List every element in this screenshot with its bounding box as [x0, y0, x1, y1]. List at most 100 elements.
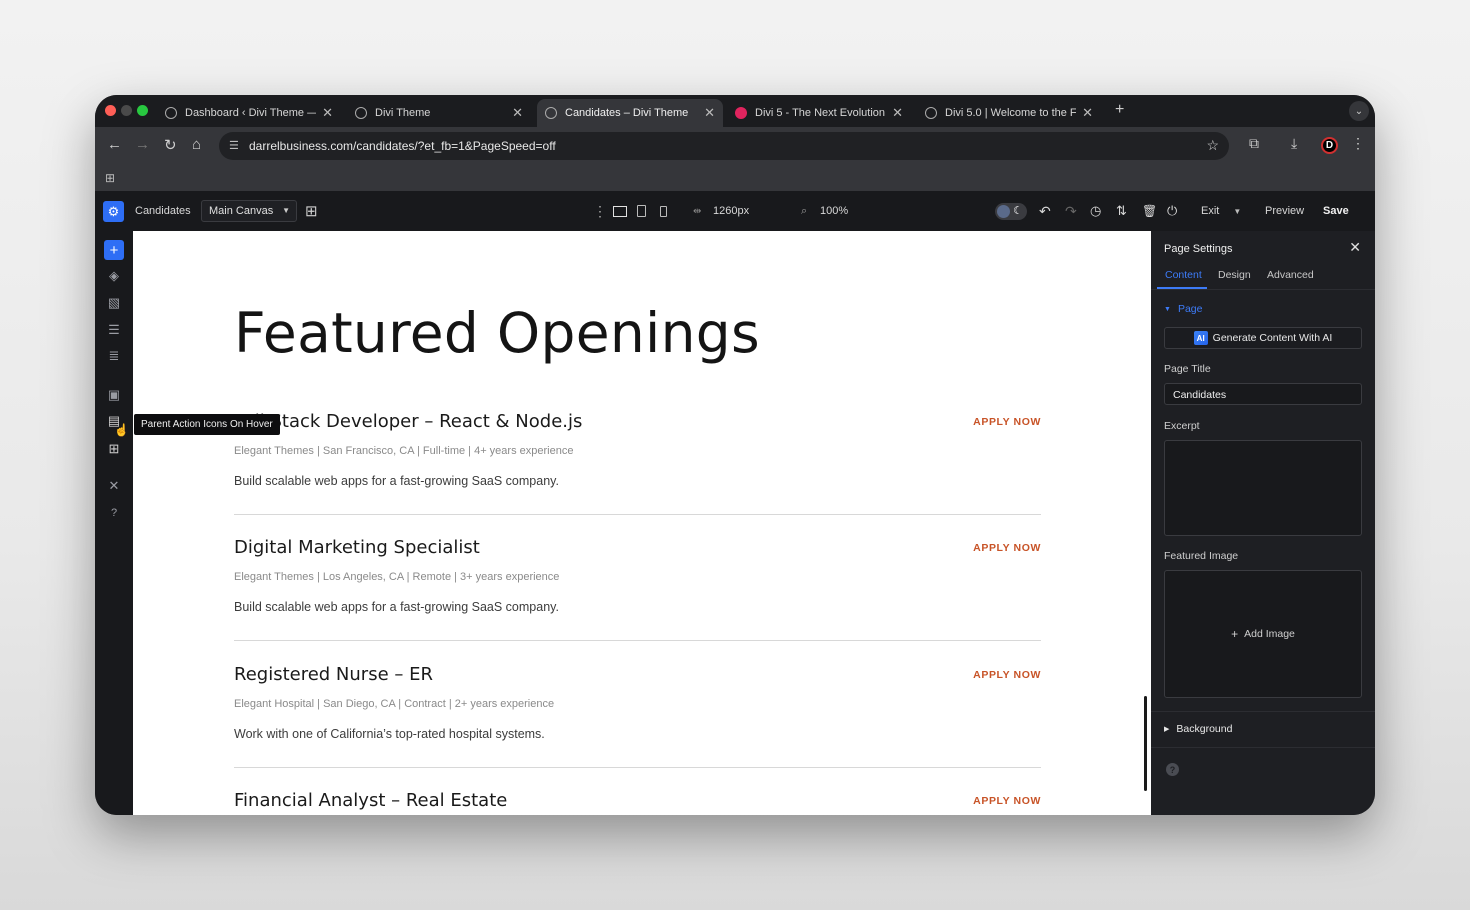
download-icon[interactable]: ⤓: [1291, 135, 1297, 152]
tab-title: Divi Theme: [375, 107, 431, 119]
job-divider: [234, 640, 1041, 641]
globe-icon: [545, 107, 557, 119]
sort-arrows-icon[interactable]: ⇅: [1116, 191, 1127, 231]
bookmarks-bar: ⊞: [95, 165, 1375, 191]
close-tab-icon[interactable]: ✕: [322, 105, 333, 121]
page-canvas: Featured Openings Full Stack Developer –…: [133, 231, 1151, 815]
settings-gear-icon[interactable]: ⚙: [103, 201, 124, 222]
tab-content[interactable]: Content: [1165, 269, 1202, 281]
page-settings-icon[interactable]: ≣: [104, 346, 124, 366]
apply-now-link[interactable]: APPLY NOW: [973, 416, 1041, 428]
database-icon[interactable]: ☰: [104, 320, 124, 340]
redo-icon[interactable]: ↷: [1065, 191, 1077, 231]
more-vertical-icon[interactable]: ⋮: [593, 191, 607, 231]
close-tab-icon[interactable]: ✕: [1082, 105, 1093, 121]
phone-view-icon[interactable]: [660, 191, 667, 231]
layers-icon[interactable]: ◈: [104, 266, 124, 286]
dark-mode-toggle[interactable]: ☾: [995, 203, 1027, 220]
browser-tab-divi-theme[interactable]: Divi Theme ✕: [347, 99, 531, 127]
apply-now-link[interactable]: APPLY NOW: [973, 542, 1041, 554]
add-image-button[interactable]: + Add Image: [1165, 571, 1361, 697]
close-icon[interactable]: ✕: [1349, 239, 1361, 256]
theme-customizer-icon[interactable]: ▧: [104, 293, 124, 313]
profile-avatar[interactable]: D: [1321, 137, 1338, 154]
apply-now-link[interactable]: APPLY NOW: [973, 795, 1041, 807]
question-icon[interactable]: ?: [1166, 763, 1179, 776]
variables-icon[interactable]: ⊞: [104, 439, 124, 459]
globe-icon: [355, 107, 367, 119]
panel-divider: [1151, 711, 1375, 712]
close-tab-icon[interactable]: ✕: [512, 105, 523, 121]
job-title: Full Stack Developer – React & Node.js: [234, 411, 583, 432]
apply-now-link[interactable]: APPLY NOW: [973, 669, 1041, 681]
excerpt-label: Excerpt: [1164, 420, 1200, 432]
add-module-icon[interactable]: +: [104, 240, 124, 260]
tab-search-chevron-icon[interactable]: ⌄: [1349, 101, 1369, 121]
browser-tab-candidates[interactable]: Candidates – Divi Theme ✕: [537, 99, 723, 127]
page-title-input[interactable]: Candidates: [1164, 383, 1362, 405]
new-tab-icon[interactable]: +: [1115, 101, 1124, 119]
tablet-view-icon[interactable]: [637, 191, 646, 231]
power-icon[interactable]: ⏻: [1167, 191, 1177, 231]
back-arrow-icon[interactable]: ←: [107, 136, 122, 153]
browser-menu-icon[interactable]: ⋮: [1351, 135, 1365, 152]
job-divider: [234, 514, 1041, 515]
browser-window: Dashboard ‹ Divi Theme — W ✕ Divi Theme …: [95, 95, 1375, 815]
desktop-view-icon[interactable]: [613, 191, 627, 231]
tab-title: Divi 5 - The Next Evolution O: [755, 107, 887, 119]
trash-icon[interactable]: 🗑: [1142, 191, 1157, 231]
excerpt-textarea[interactable]: [1164, 440, 1362, 536]
browser-tab-divi5-evolution[interactable]: Divi 5 - The Next Evolution O ✕: [727, 99, 911, 127]
exit-button[interactable]: Exit ▼: [1201, 191, 1241, 231]
canvas-select[interactable]: Main Canvas ▼: [201, 200, 297, 222]
job-description: Build scalable web apps for a fast-growi…: [234, 600, 559, 614]
tab-title: Dashboard ‹ Divi Theme — W: [185, 107, 316, 119]
builder-toolbar: ⚙ Candidates Main Canvas ▼ ⊞ ⋮ ⇹ 1260px …: [95, 191, 1375, 231]
page-name: Candidates: [135, 205, 191, 217]
job-title: Digital Marketing Specialist: [234, 537, 480, 558]
section-page-label: Page: [1177, 303, 1203, 315]
forward-arrow-icon[interactable]: →: [135, 136, 150, 153]
divi-favicon-icon: [735, 107, 747, 119]
hand-cursor-icon: ☝: [114, 423, 129, 437]
width-readout[interactable]: 1260px: [713, 191, 749, 231]
section-page-toggle[interactable]: ▼ Page: [1164, 303, 1202, 315]
url-text: darrelbusiness.com/candidates/?et_fb=1&P…: [249, 139, 556, 153]
tab-design[interactable]: Design: [1218, 269, 1251, 281]
triangle-right-icon: ▶: [1164, 726, 1170, 733]
tab-advanced[interactable]: Advanced: [1267, 269, 1314, 281]
browser-tab-dashboard[interactable]: Dashboard ‹ Divi Theme — W ✕: [157, 99, 341, 127]
featured-image-dropzone[interactable]: + Add Image: [1164, 570, 1362, 698]
bookmark-star-icon[interactable]: ☆: [1206, 137, 1219, 154]
canvas-scrollbar[interactable]: [1144, 696, 1147, 791]
featured-image-label: Featured Image: [1164, 550, 1239, 562]
preview-button[interactable]: Preview: [1265, 191, 1304, 231]
zoom-readout[interactable]: 100%: [820, 191, 848, 231]
wireframe-icon[interactable]: ▣: [104, 385, 124, 405]
add-image-label: Add Image: [1244, 628, 1295, 640]
layout-grid-icon[interactable]: ⊞: [305, 191, 318, 231]
home-icon[interactable]: ⌂: [192, 136, 201, 153]
section-background-toggle[interactable]: ▶ Background: [1164, 723, 1232, 735]
history-icon[interactable]: ◷: [1090, 191, 1101, 231]
extensions-icon[interactable]: ⧉: [1249, 135, 1259, 152]
zoom-icon: ⌕: [801, 204, 808, 217]
close-window-button[interactable]: [105, 105, 116, 116]
address-row: ← → ↻ ⌂ ☰ darrelbusiness.com/candidates/…: [95, 127, 1375, 165]
maximize-window-button[interactable]: [137, 105, 148, 116]
address-bar[interactable]: ☰ darrelbusiness.com/candidates/?et_fb=1…: [219, 132, 1229, 160]
tools-icon[interactable]: ✕: [104, 476, 124, 496]
tab-title: Divi 5.0 | Welcome to the Fut: [945, 107, 1077, 119]
apps-grid-icon[interactable]: ⊞: [105, 171, 115, 185]
close-tab-icon[interactable]: ✕: [704, 105, 715, 121]
reload-icon[interactable]: ↻: [164, 136, 177, 154]
save-button[interactable]: Save: [1323, 191, 1349, 231]
close-tab-icon[interactable]: ✕: [892, 105, 903, 121]
minimize-window-button[interactable]: [121, 105, 132, 116]
help-icon[interactable]: ?: [104, 503, 124, 523]
generate-ai-button[interactable]: AI Generate Content With AI: [1164, 327, 1362, 349]
site-settings-icon[interactable]: ☰: [229, 139, 241, 152]
panel-divider: [1151, 289, 1375, 290]
browser-tab-divi5-welcome[interactable]: Divi 5.0 | Welcome to the Fut ✕: [917, 99, 1101, 127]
undo-icon[interactable]: ↶: [1039, 191, 1051, 231]
